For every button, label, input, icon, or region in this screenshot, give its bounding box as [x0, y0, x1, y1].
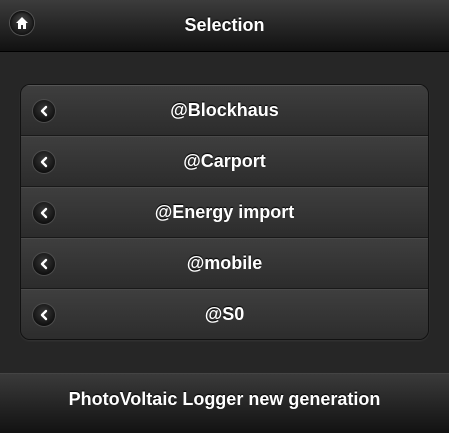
list-item-label: @Blockhaus [170, 100, 279, 120]
list-item-label: @mobile [186, 253, 263, 273]
list-item-label: @S0 [204, 304, 245, 324]
home-icon [16, 17, 28, 29]
list-item-blockhaus[interactable]: @Blockhaus [21, 85, 428, 136]
selection-list: @Blockhaus @Carport @Energy import @mobi… [20, 84, 429, 340]
list-item-s0[interactable]: @S0 [21, 289, 428, 339]
page: Selection @Blockhaus @Carport @Energy im… [0, 0, 449, 433]
home-button[interactable] [10, 11, 34, 35]
footer-title: PhotoVoltaic Logger new generation [68, 389, 381, 409]
list-item-mobile[interactable]: @mobile [21, 238, 428, 289]
footer-bar: PhotoVoltaic Logger new generation [0, 373, 449, 433]
list-item-energy-import[interactable]: @Energy import [21, 187, 428, 238]
header-bar: Selection [0, 0, 449, 52]
list-item-carport[interactable]: @Carport [21, 136, 428, 187]
list-item-label: @Carport [183, 151, 266, 171]
list-item-label: @Energy import [154, 202, 295, 222]
page-title: Selection [184, 15, 265, 35]
